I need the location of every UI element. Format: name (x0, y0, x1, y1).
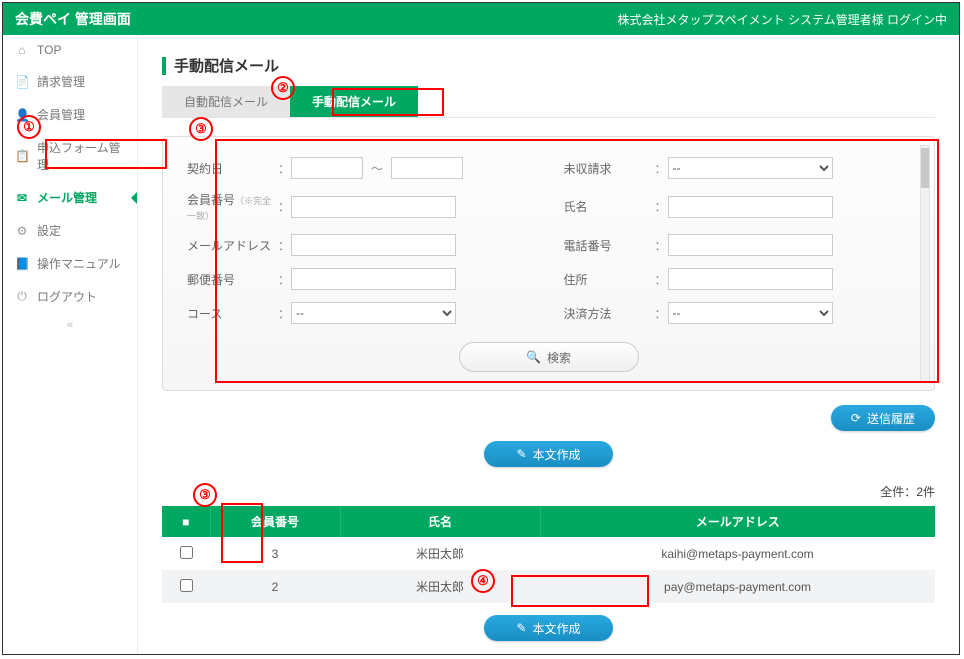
sidebar-item-label: 設定 (37, 222, 61, 239)
cell-name: 米田太郎 (340, 570, 540, 603)
cell-email: kaihi@metaps-payment.com (540, 537, 935, 570)
cell-member-no: 2 (210, 570, 340, 603)
row-checkbox[interactable] (180, 579, 193, 592)
home-icon: ⌂ (15, 43, 29, 57)
clipboard-icon: 📋 (15, 149, 29, 163)
power-icon: ⏻ (15, 289, 29, 304)
label-member-no: 会員番号（※完全一致） (187, 191, 277, 222)
zip-input[interactable] (291, 268, 456, 290)
total-count: 全件：2件 (162, 483, 935, 500)
sidebar-item-billing[interactable]: 📄 請求管理 (3, 65, 137, 98)
table-row: 2 米田太郎 pay@metaps-payment.com (162, 570, 935, 603)
name-input[interactable] (668, 196, 833, 218)
sidebar-item-label: 請求管理 (37, 73, 85, 90)
gear-icon: ⚙ (15, 224, 29, 238)
book-icon: 📘 (15, 257, 29, 271)
address-input[interactable] (668, 268, 833, 290)
page-title: 手動配信メール (162, 55, 935, 76)
app-title: 会費ペイ 管理画面 (15, 9, 131, 29)
contract-date-from-input[interactable] (291, 157, 363, 179)
email-input[interactable] (291, 234, 456, 256)
result-table: ■ 会員番号 氏名 メールアドレス 3 米田太郎 kaihi@metaps-pa… (162, 506, 935, 603)
cell-member-no: 3 (210, 537, 340, 570)
page-title-text: 手動配信メール (174, 55, 279, 76)
tab-manual-mail[interactable]: 手動配信メール (290, 86, 418, 117)
history-icon: ⟳ (851, 411, 861, 425)
sidebar-item-logout[interactable]: ⏻ ログアウト (3, 280, 137, 313)
sidebar-item-label: TOP (37, 43, 61, 57)
send-history-button[interactable]: ⟳ 送信履歴 (831, 405, 935, 431)
tilde-separator: 〜 (363, 160, 391, 177)
sidebar-item-settings[interactable]: ⚙ 設定 (3, 214, 137, 247)
label-zip: 郵便番号 (187, 271, 277, 288)
compose-button-label: 本文作成 (533, 446, 581, 463)
compose-button-bottom[interactable]: ✎ 本文作成 (484, 615, 612, 641)
course-select[interactable]: -- (291, 302, 456, 324)
document-icon: 📄 (15, 75, 29, 89)
label-phone: 電話番号 (564, 237, 654, 254)
compose-button-label: 本文作成 (533, 620, 581, 637)
compose-button-top[interactable]: ✎ 本文作成 (484, 441, 612, 467)
header-bar: 会費ペイ 管理画面 株式会社メタップスペイメント システム管理者様 ログイン中 (3, 3, 959, 35)
annotation-badge-1: ① (17, 115, 41, 139)
label-email: メールアドレス (187, 237, 277, 254)
search-button[interactable]: 🔍 検索 (459, 342, 639, 372)
sidebar-item-manual[interactable]: 📘 操作マニュアル (3, 247, 137, 280)
sidebar-collapse-button[interactable]: « (3, 313, 137, 337)
th-email: メールアドレス (540, 506, 935, 537)
uncollected-select[interactable]: -- (668, 157, 833, 179)
th-member-no: 会員番号 (210, 506, 340, 537)
login-user: 株式会社メタップスペイメント システム管理者様 ログイン中 (618, 11, 947, 28)
cell-name: 米田太郎 (340, 537, 540, 570)
th-name: 氏名 (340, 506, 540, 537)
label-name: 氏名 (564, 198, 654, 215)
annotation-badge-4: ④ (471, 569, 495, 593)
sidebar-item-mail[interactable]: ✉ メール管理 (3, 181, 137, 214)
label-address: 住所 (564, 271, 654, 288)
sidebar-item-label: ログアウト (37, 288, 97, 305)
envelope-icon: ✉ (15, 191, 29, 205)
annotation-badge-2: ② (271, 76, 295, 100)
edit-icon: ✎ (516, 621, 526, 635)
table-row: 3 米田太郎 kaihi@metaps-payment.com (162, 537, 935, 570)
annotation-badge-3: ③ (189, 117, 213, 141)
sidebar-item-label: 会員管理 (37, 106, 85, 123)
cell-email: pay@metaps-payment.com (540, 570, 935, 603)
search-panel: 契約日 ： 〜 未収請求 ： -- 会員番号（※完全一致） (162, 136, 935, 391)
search-button-label: 検索 (547, 349, 571, 366)
sidebar-item-top[interactable]: ⌂ TOP (3, 35, 137, 65)
annotation-badge-3b: ③ (193, 483, 217, 507)
content-area: 手動配信メール 自動配信メール 手動配信メール 契約日 ： 〜 未収請求 (138, 35, 959, 655)
phone-input[interactable] (668, 234, 833, 256)
payment-select[interactable]: -- (668, 302, 833, 324)
sidebar-item-label: 操作マニュアル (37, 255, 121, 272)
panel-scrollbar[interactable] (920, 145, 930, 382)
row-checkbox[interactable] (180, 546, 193, 559)
panel-scrollbar-thumb[interactable] (921, 148, 929, 188)
label-payment: 決済方法 (564, 305, 654, 322)
member-no-input[interactable] (291, 196, 456, 218)
th-check[interactable]: ■ (162, 506, 210, 537)
label-contract-date: 契約日 (187, 160, 277, 177)
search-icon: 🔍 (526, 350, 541, 364)
title-accent-bar (162, 57, 166, 75)
label-uncollected: 未収請求 (564, 160, 654, 177)
sidebar-item-label: メール管理 (37, 189, 97, 206)
label-course: コース (187, 305, 277, 322)
sidebar-item-forms[interactable]: 📋 申込フォーム管理 (3, 131, 137, 181)
edit-icon: ✎ (516, 447, 526, 461)
contract-date-to-input[interactable] (391, 157, 463, 179)
history-button-label: 送信履歴 (867, 410, 915, 427)
sidebar-item-label: 申込フォーム管理 (37, 139, 125, 173)
